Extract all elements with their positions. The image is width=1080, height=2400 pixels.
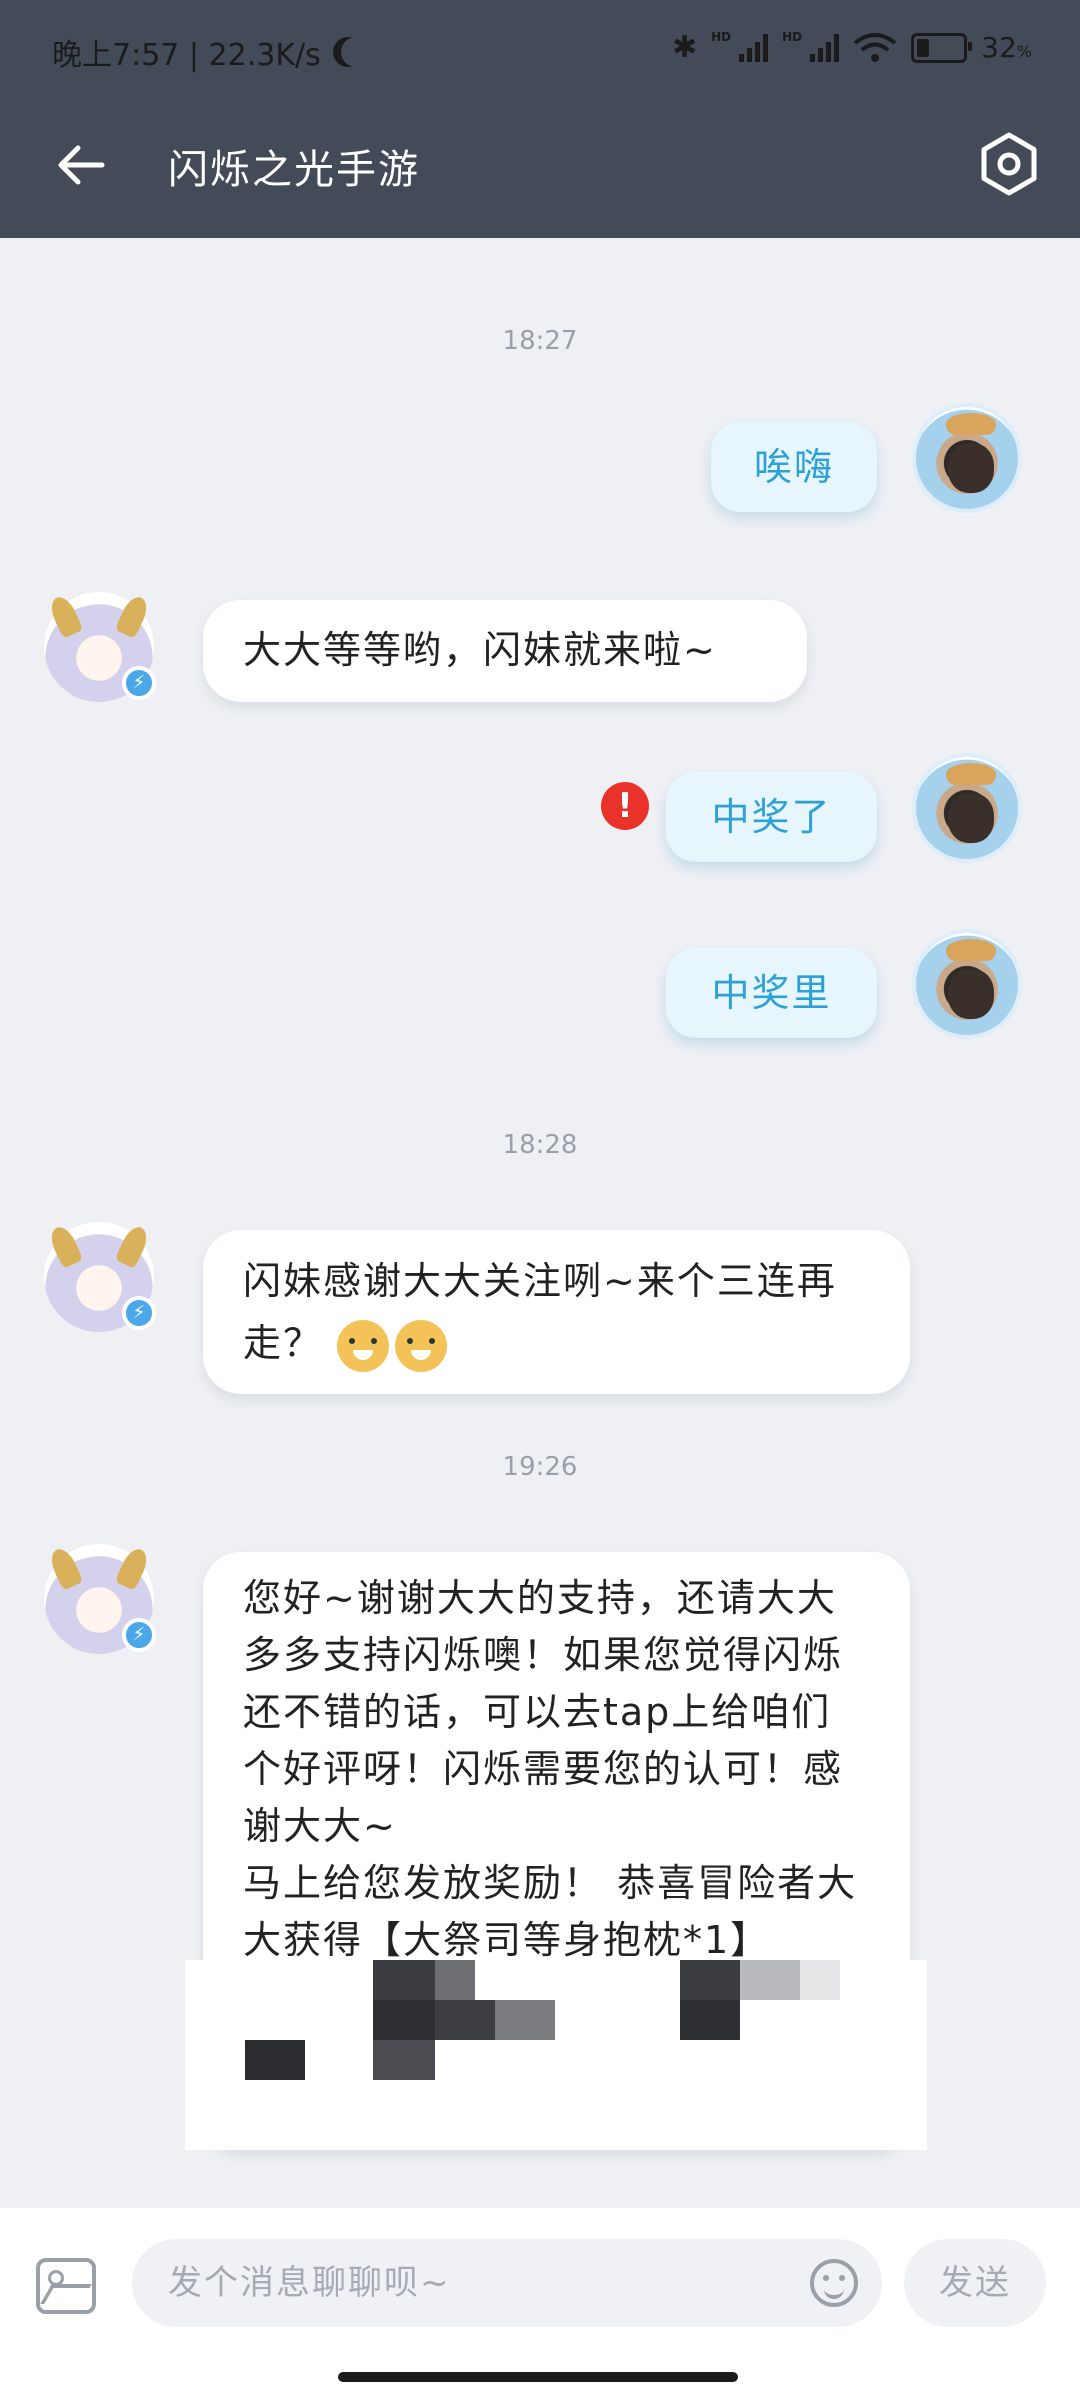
bot-avatar[interactable]: ⚡: [44, 1544, 156, 1654]
user-message-bubble[interactable]: 中奖了: [666, 772, 877, 862]
image-picker-icon[interactable]: [36, 2258, 96, 2314]
verified-badge-icon: ⚡: [122, 1296, 156, 1330]
page-title: 闪烁之光手游: [168, 147, 420, 193]
hd-label-2: HD: [782, 30, 803, 44]
user-avatar[interactable]: [912, 753, 1022, 863]
status-time-speed: 晚上7:57 | 22.3K/s: [52, 38, 321, 73]
doge-emoji-icon: [337, 1319, 390, 1372]
signal-icon: [739, 33, 769, 62]
status-left: 晚上7:57 | 22.3K/s: [52, 30, 361, 74]
home-indicator[interactable]: [338, 2372, 738, 2382]
battery-unit: %: [1016, 42, 1032, 61]
time-label: 18:27: [502, 326, 578, 356]
verified-badge-icon: ⚡: [122, 1618, 156, 1652]
hexagon-settings-icon[interactable]: [976, 131, 1042, 197]
user-avatar[interactable]: [912, 929, 1022, 1039]
user-message-bubble[interactable]: 中奖里: [666, 948, 877, 1038]
arrow-left-icon[interactable]: [52, 135, 112, 195]
wifi-icon: [853, 32, 897, 62]
bot-message-bubble[interactable]: 闪妹感谢大大关注咧~来个三连再走？: [203, 1230, 910, 1394]
send-button[interactable]: 发送: [904, 2239, 1046, 2327]
bot-avatar[interactable]: ⚡: [44, 1222, 156, 1332]
time-label: 19:26: [502, 1452, 578, 1482]
signal-icon-2: [810, 33, 840, 62]
bot-message-text: 您好~谢谢大大的支持，还请大大多多支持闪烁噢！如果您觉得闪烁还不错的话，可以去t…: [243, 1576, 844, 1848]
status-bar: 晚上7:57 | 22.3K/s ✱ HD HD 32%: [0, 0, 1080, 105]
battery-level: [917, 38, 930, 57]
time-label: 18:28: [502, 1130, 578, 1160]
redaction-mosaic: [185, 1960, 927, 2150]
doge-emoji-icon: [395, 1319, 448, 1372]
user-avatar[interactable]: [912, 403, 1022, 513]
battery-percent: 32: [981, 31, 1017, 64]
bot-avatar[interactable]: ⚡: [44, 592, 156, 702]
bot-message-bubble[interactable]: 大大等等哟，闪妹就来啦~: [203, 600, 807, 702]
emoji-icon[interactable]: [810, 2259, 858, 2307]
status-right: ✱ HD HD 32%: [672, 30, 1032, 65]
nav-bar: 闪烁之光手游: [0, 105, 1080, 238]
message-input[interactable]: [132, 2239, 882, 2327]
user-message-bubble[interactable]: 唉嗨: [711, 422, 877, 512]
send-failed-icon[interactable]: !: [601, 782, 649, 830]
bot-message-text: 马上给您发放奖励！ 恭喜冒险者大大获得【大祭司等身抱枕*1】: [243, 1861, 858, 1962]
verified-badge-icon: ⚡: [122, 666, 156, 700]
hd-label: HD: [711, 30, 732, 44]
top-header: 晚上7:57 | 22.3K/s ✱ HD HD 32% 闪烁之光手游: [0, 0, 1080, 238]
battery-icon: [911, 32, 973, 63]
bluetooth-icon: ✱: [671, 30, 698, 65]
bot-message-text: 闪妹感谢大大关注咧~来个三连再走？: [243, 1259, 837, 1365]
moon-icon: [341, 37, 371, 67]
